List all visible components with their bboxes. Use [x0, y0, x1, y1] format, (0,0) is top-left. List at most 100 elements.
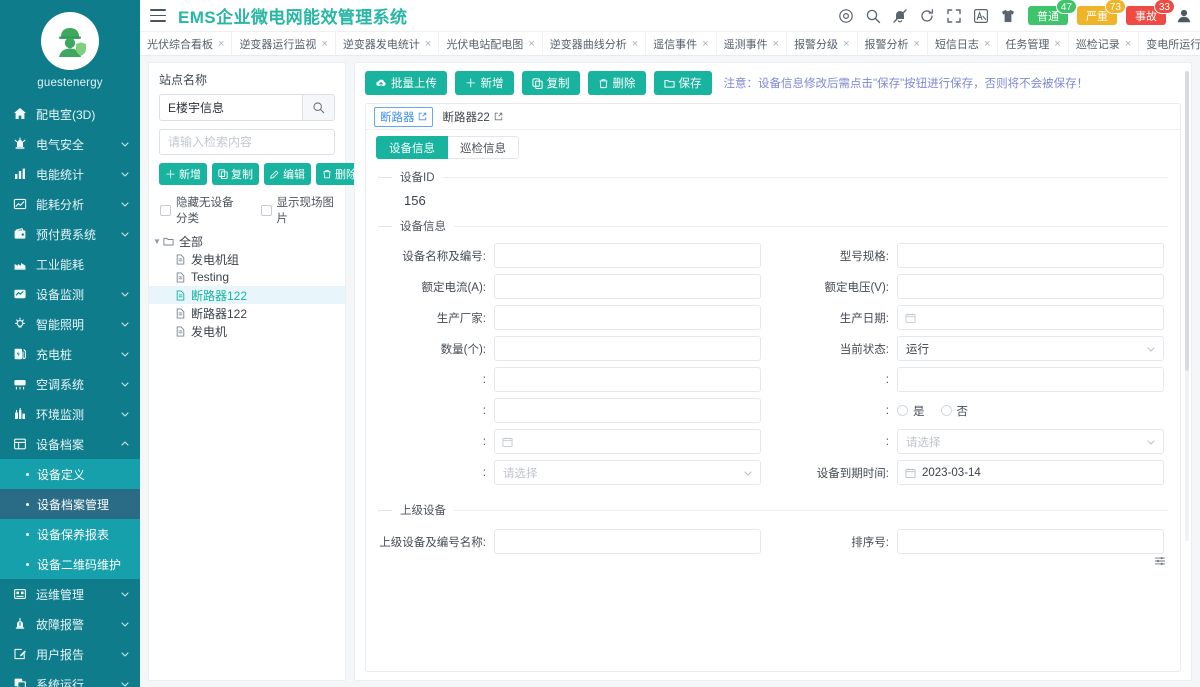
copy-button[interactable]: 复制 — [212, 163, 259, 185]
device-expiry-date-input[interactable] — [897, 460, 1164, 485]
breadcrumb-current-device[interactable]: 断路器22 — [443, 109, 503, 125]
copy-button[interactable]: 复制 — [522, 71, 580, 95]
avatar[interactable] — [41, 12, 99, 70]
sort-number-input[interactable] — [897, 529, 1164, 554]
manufacturer-input[interactable] — [494, 305, 761, 330]
tree-node-testing[interactable]: Testing — [149, 268, 345, 286]
tree-node-root[interactable]: ▼ 全部 — [149, 232, 345, 250]
tree-node-breaker122[interactable]: 断路器122 — [149, 304, 345, 322]
sidebar-item-user-report[interactable]: 用户报告 — [0, 639, 140, 669]
device-name-input[interactable] — [494, 243, 761, 268]
search-icon[interactable] — [865, 8, 881, 24]
sidebar-subitem-qrcode-maintenance[interactable]: 设备二维码维护 — [0, 549, 140, 579]
tab-substation-report[interactable]: 变电所运行报告 × — [1139, 32, 1200, 55]
parent-device-name-input[interactable] — [494, 529, 761, 554]
unlabeled-right-select[interactable]: 请选择 — [897, 429, 1164, 454]
close-icon[interactable]: × — [914, 38, 920, 50]
close-icon[interactable]: × — [773, 38, 779, 50]
sidebar-item-charging-pile[interactable]: 充电桩 — [0, 339, 140, 369]
rated-voltage-input[interactable] — [897, 274, 1164, 299]
quantity-input[interactable] — [494, 336, 761, 361]
search-input[interactable] — [159, 129, 335, 155]
close-icon[interactable]: × — [843, 38, 849, 50]
close-icon[interactable]: × — [528, 38, 534, 50]
sidebar-item-power-statistics[interactable]: 电能统计 — [0, 159, 140, 189]
sidebar-item-fault-alarm[interactable]: 故障报警 — [0, 609, 140, 639]
add-button[interactable]: ＋ 新增 — [455, 71, 514, 95]
sidebar-item-industrial-energy[interactable]: 工业能耗 — [0, 249, 140, 279]
save-button[interactable]: 保存 — [654, 71, 712, 95]
sidebar-item-electrical-safety[interactable]: 电气安全 — [0, 129, 140, 159]
subtab-inspection-info[interactable]: 巡检信息 — [448, 136, 519, 159]
subtab-device-info[interactable]: 设备信息 — [376, 136, 448, 159]
user-icon[interactable] — [1176, 8, 1192, 24]
unlabeled-right-input-1[interactable] — [897, 367, 1164, 392]
sidebar-subitem-device-archive-management[interactable]: 设备档案管理 — [0, 489, 140, 519]
sidebar-item-distribution-room-3d[interactable]: 配电室(3D) — [0, 99, 140, 129]
tab-task-management[interactable]: 任务管理 × — [998, 32, 1068, 55]
tab-inverter-curve-analysis[interactable]: 逆变器曲线分析 × — [543, 32, 646, 55]
batch-upload-button[interactable]: 批量上传 — [365, 71, 447, 95]
unlabeled-left-input-2[interactable] — [494, 398, 761, 423]
add-button[interactable]: ＋ 新增 — [159, 163, 207, 185]
sidebar-item-prepaid-system[interactable]: 预付费系统 — [0, 219, 140, 249]
close-icon[interactable]: × — [425, 38, 431, 50]
sidebar-subitem-maintenance-report[interactable]: 设备保养报表 — [0, 519, 140, 549]
model-spec-input[interactable] — [897, 243, 1164, 268]
tab-telesignal-events[interactable]: 遥信事件 × — [646, 32, 716, 55]
tab-inspection-records[interactable]: 巡检记录 × — [1069, 32, 1139, 55]
chevron-down-icon[interactable]: ▼ — [153, 237, 163, 246]
sidebar-item-smart-lighting[interactable]: 智能照明 — [0, 309, 140, 339]
checkbox-show-site-photo[interactable]: 显示现场图片 — [261, 194, 335, 226]
close-icon[interactable]: × — [1125, 38, 1131, 50]
unlabeled-left-select[interactable]: 请选择 — [494, 460, 761, 485]
radio-no[interactable]: 否 — [941, 403, 969, 419]
sidebar-item-hvac-system[interactable]: 空调系统 — [0, 369, 140, 399]
sidebar-item-device-archive[interactable]: 设备档案 — [0, 429, 140, 459]
status-badge-accident[interactable]: 事故 33 — [1126, 6, 1166, 25]
close-icon[interactable]: × — [984, 38, 990, 50]
sidebar-item-device-monitor[interactable]: 设备监测 — [0, 279, 140, 309]
sidebar-subitem-device-definition[interactable]: 设备定义 — [0, 459, 140, 489]
sidebar-item-ops-management[interactable]: 运维管理 — [0, 579, 140, 609]
delete-button[interactable]: 删除 — [588, 71, 646, 95]
close-icon[interactable]: × — [1054, 38, 1060, 50]
site-select[interactable] — [159, 94, 335, 121]
checkbox-hide-empty-category[interactable]: 隐藏无设备分类 — [160, 194, 245, 226]
mute-bell-icon[interactable] — [892, 8, 908, 24]
breadcrumb-chip-category[interactable]: 断路器 — [374, 107, 433, 127]
content-scrollbar-thumb[interactable] — [1185, 71, 1189, 371]
tab-inverter-monitor[interactable]: 逆变器运行监视 × — [232, 32, 335, 55]
hamburger-icon[interactable] — [150, 9, 166, 22]
edit-button[interactable]: 编辑 — [264, 163, 311, 185]
radio-yes[interactable]: 是 — [897, 403, 925, 419]
tab-inverter-generation-stats[interactable]: 逆变器发电统计 × — [336, 32, 439, 55]
status-badge-severe[interactable]: 严重 73 — [1077, 6, 1117, 25]
sidebar-item-energy-analysis[interactable]: 能耗分析 — [0, 189, 140, 219]
theme-shirt-icon[interactable] — [1000, 8, 1016, 24]
close-icon[interactable]: × — [218, 38, 224, 50]
tree-node-generator-set[interactable]: 发电机组 — [149, 250, 345, 268]
production-date-input[interactable] — [897, 305, 1164, 330]
tab-pv-dashboard[interactable]: 光伏综合看板 × — [140, 32, 232, 55]
tree-node-generator[interactable]: 发电机 — [149, 322, 345, 340]
close-icon[interactable]: × — [321, 38, 327, 50]
settings-sliders-icon[interactable] — [1154, 555, 1166, 567]
status-badge-normal[interactable]: 普通 47 — [1028, 6, 1068, 25]
rated-current-input[interactable] — [494, 274, 761, 299]
close-icon[interactable]: × — [702, 38, 708, 50]
tab-telemetry-events[interactable]: 遥测事件 × — [717, 32, 787, 55]
unlabeled-left-date-input[interactable] — [494, 429, 761, 454]
refresh-icon[interactable] — [919, 8, 935, 24]
tab-pv-station-diagram[interactable]: 光伏电站配电图 × — [439, 32, 542, 55]
sidebar-item-environment-monitor[interactable]: 环境监测 — [0, 399, 140, 429]
close-icon[interactable]: × — [632, 38, 638, 50]
current-status-select[interactable]: 运行 — [897, 336, 1164, 361]
translate-icon[interactable] — [973, 8, 989, 24]
tree-node-breaker122-selected[interactable]: 断路器122 — [149, 286, 345, 304]
sidebar-item-system-operation[interactable]: 系统运行 — [0, 669, 140, 687]
tab-sms-log[interactable]: 短信日志 × — [928, 32, 998, 55]
unlabeled-left-input-1[interactable] — [494, 367, 761, 392]
site-input[interactable] — [160, 95, 302, 120]
target-icon[interactable] — [838, 8, 854, 24]
